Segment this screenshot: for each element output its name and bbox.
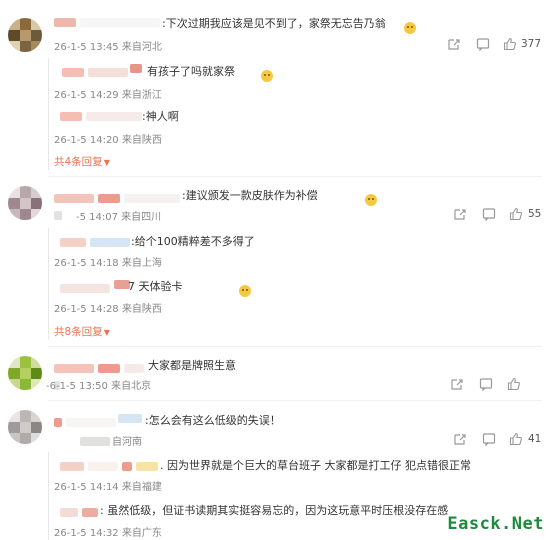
avatar[interactable] [8, 356, 42, 390]
emoji-icon [239, 285, 252, 297]
reply-thread-line [48, 228, 49, 340]
comment-meta: -6-1-5 13:50 来自北京 [46, 381, 152, 392]
comment-icon[interactable] [476, 37, 490, 51]
comment-meta: 自河南 [112, 437, 142, 448]
username-blurred[interactable] [60, 462, 84, 471]
reply-meta: 26-1-5 14:28 来自陕西 [54, 304, 162, 315]
username-blurred[interactable] [62, 68, 84, 77]
reply-meta: 26-1-5 14:14 来自福建 [54, 482, 162, 493]
username-blurred[interactable] [54, 18, 76, 27]
avatar[interactable] [8, 186, 42, 220]
reply-text: :神人啊 [142, 110, 179, 123]
avatar[interactable] [8, 410, 42, 444]
comment-meta: -5 14:07 来自四川 [76, 212, 162, 223]
show-replies-label: 共4条回复 [54, 156, 103, 168]
reply-meta: 26-1-5 14:32 来自广东 [54, 528, 162, 539]
username-blurred[interactable] [90, 238, 130, 247]
comment-icon[interactable] [479, 377, 493, 391]
divider [48, 346, 542, 347]
username-blurred[interactable] [80, 18, 160, 27]
username-blurred[interactable] [98, 364, 120, 373]
comment-text: 大家都是牌照生意 [148, 359, 236, 372]
watermark-logo: Easck.Net [447, 514, 544, 534]
reply-meta: 26-1-5 14:18 来自上海 [54, 258, 162, 269]
avatar[interactable] [8, 18, 42, 52]
avatar-mosaic [8, 186, 42, 220]
username-blurred[interactable] [54, 211, 62, 220]
reply-thread-line [48, 58, 49, 170]
comment-text: :下次过期我应该是见不到了，家祭无忘告乃翁 [162, 17, 386, 30]
like-icon[interactable] [503, 37, 517, 51]
username-blurred[interactable] [124, 364, 144, 373]
username-blurred[interactable] [98, 194, 120, 203]
username-blurred[interactable] [60, 284, 110, 293]
avatar-mosaic [8, 410, 42, 444]
username-blurred[interactable] [82, 508, 98, 517]
chevron-down-icon: ▼ [103, 328, 110, 337]
username-blurred[interactable] [66, 418, 116, 427]
emoji-icon [365, 194, 378, 206]
show-replies-button[interactable]: 共8条回复▼ [54, 324, 110, 339]
like-count: 55 [528, 208, 542, 220]
reply-text: : 虽然低级，但证书读期其实挺容易忘的，因为这玩意平时压根没存在感 [100, 504, 449, 517]
like-count: 377 [521, 38, 542, 50]
reply-text: . 因为世界就是个巨大的草台班子 大家都是打工仔 犯点错很正常 [160, 459, 471, 472]
like-icon[interactable] [509, 432, 523, 446]
share-icon[interactable] [447, 37, 461, 51]
divider [48, 400, 542, 401]
avatar-mosaic [8, 18, 42, 52]
username-blurred[interactable] [60, 508, 78, 517]
share-icon[interactable] [453, 207, 467, 221]
reply-meta: 26-1-5 14:20 来自陕西 [54, 135, 162, 146]
reply-meta: 26-1-5 14:29 来自浙江 [54, 90, 162, 101]
username-blurred[interactable] [130, 64, 142, 73]
share-icon[interactable] [450, 377, 464, 391]
divider [48, 176, 542, 177]
show-replies-button[interactable]: 共4条回复▼ [54, 154, 110, 169]
reply-text: 7 天体验卡 [128, 280, 183, 293]
like-icon[interactable] [509, 207, 523, 221]
emoji-icon [261, 70, 274, 82]
comment-text: :建议颁发一款皮肤作为补偿 [182, 189, 318, 202]
username-blurred[interactable] [54, 194, 94, 203]
username-blurred[interactable] [60, 238, 86, 247]
like-icon[interactable] [507, 377, 521, 391]
chevron-down-icon: ▼ [103, 158, 110, 167]
username-blurred[interactable] [118, 414, 142, 423]
comment-icon[interactable] [482, 432, 496, 446]
comment-meta: 26-1-5 13:45 来自河北 [54, 42, 162, 53]
emoji-icon [404, 22, 416, 34]
share-icon[interactable] [453, 432, 467, 446]
username-blurred[interactable] [60, 112, 82, 121]
username-blurred[interactable] [54, 364, 94, 373]
username-blurred[interactable] [88, 462, 118, 471]
reply-thread-line [48, 452, 49, 540]
comment-text: :怎么会有这么低级的失误！ [145, 414, 281, 427]
show-replies-label: 共8条回复 [54, 326, 103, 338]
username-blurred[interactable] [136, 462, 158, 471]
username-blurred[interactable] [122, 462, 132, 471]
avatar-mosaic [8, 356, 42, 390]
username-blurred[interactable] [80, 437, 110, 446]
username-blurred[interactable] [54, 418, 62, 427]
reply-text: :给个100精粹差不多得了 [131, 235, 255, 248]
like-count: 41 [528, 433, 542, 445]
username-blurred[interactable] [124, 194, 180, 203]
comment-icon[interactable] [482, 207, 496, 221]
username-blurred[interactable] [88, 68, 128, 77]
username-blurred[interactable] [86, 112, 142, 121]
reply-text: 有孩子了吗就家祭 [147, 65, 235, 78]
